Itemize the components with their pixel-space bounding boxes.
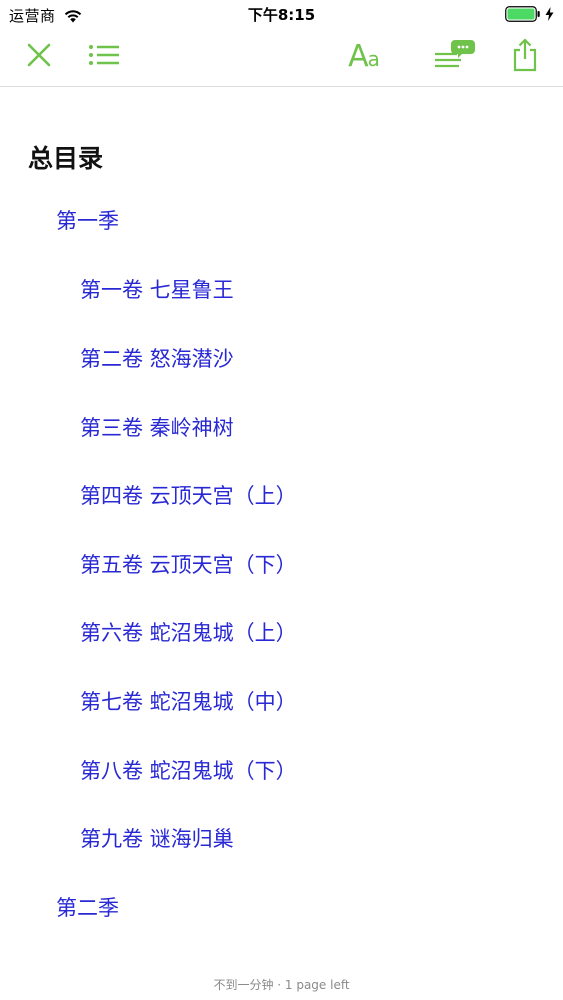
toc-season-link[interactable]: 第二季	[56, 892, 119, 922]
font-icon-small-letter: a	[367, 47, 380, 71]
toc-volume-link[interactable]: 第九卷 谜海归巢	[80, 823, 234, 853]
toc-volume-link[interactable]: 第六卷 蛇沼鬼城（上）	[80, 617, 297, 647]
charging-bolt-icon	[545, 7, 554, 21]
reading-progress-status: 不到一分钟 · 1 page left	[213, 978, 350, 992]
battery-icon	[505, 6, 541, 22]
font-icon-large-letter: A	[348, 39, 369, 74]
reader-toolbar: A a	[0, 28, 563, 87]
status-bar: 运营商 下午8:15	[0, 0, 563, 28]
list-icon	[88, 44, 120, 70]
page-title: 总目录	[28, 144, 104, 173]
table-of-contents-button[interactable]	[83, 38, 125, 76]
toc-volume-link[interactable]: 第七卷 蛇沼鬼城（中）	[80, 686, 297, 716]
notes-button[interactable]	[431, 36, 477, 78]
close-icon	[26, 42, 52, 72]
toc-volume-link[interactable]: 第八卷 蛇沼鬼城（下）	[80, 755, 297, 785]
toc-volume-link[interactable]: 第四卷 云顶天宫（上）	[80, 480, 297, 510]
toc-volume-link[interactable]: 第五卷 云顶天宫（下）	[80, 549, 297, 579]
font-size-icon: A a	[348, 42, 380, 72]
status-time: 下午8:15	[247, 6, 316, 24]
toc-volume-link[interactable]: 第二卷 怒海潜沙	[80, 343, 234, 373]
status-right	[505, 6, 554, 22]
toc-content: 总目录 第一季 第一卷 七星鲁王 第二卷 怒海潜沙 第三卷 秦岭神树 第四卷 云…	[0, 87, 563, 970]
toc-volume-link[interactable]: 第一卷 七星鲁王	[80, 274, 234, 304]
notes-bubble-icon	[433, 38, 475, 76]
close-button[interactable]	[20, 38, 58, 76]
share-button[interactable]	[507, 34, 543, 80]
toc-season-link[interactable]: 第一季	[56, 205, 119, 235]
toc-volume-link[interactable]: 第三卷 秦岭神树	[80, 412, 234, 442]
font-settings-button[interactable]: A a	[343, 36, 385, 78]
share-icon	[512, 38, 538, 76]
content-fade	[0, 932, 563, 970]
